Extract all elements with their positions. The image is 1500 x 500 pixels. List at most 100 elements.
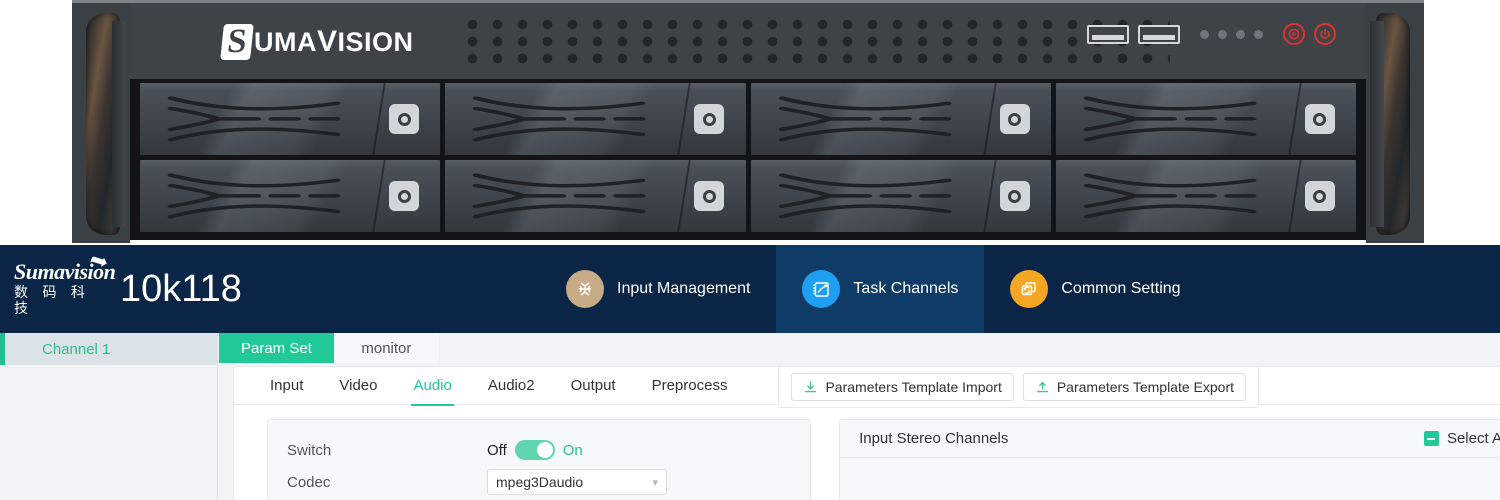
bay-vent-pattern <box>472 173 646 219</box>
nav-item-input-management[interactable]: Input Management <box>540 245 776 333</box>
network-nodes-icon <box>566 270 604 308</box>
nav-item-task-channels[interactable]: Task Channels <box>776 245 985 333</box>
drive-bay-column <box>1055 83 1356 232</box>
bay-vent-pattern <box>167 96 341 142</box>
tab-preprocess[interactable]: Preprocess <box>634 367 746 405</box>
app-header: Sumavision ➦ 数 码 科 技 10k118 Input Manage… <box>0 245 1500 333</box>
reset-button-icon[interactable] <box>1283 23 1305 45</box>
bay-latch-button[interactable] <box>1304 104 1335 134</box>
sumavision-logo: Sumavision ➦ 数 码 科 技 <box>14 246 116 317</box>
drive-bay[interactable] <box>750 83 1051 155</box>
tab-video[interactable]: Video <box>321 367 395 405</box>
bay-latch-button[interactable] <box>999 181 1030 211</box>
drive-bay[interactable] <box>140 160 441 232</box>
subtab-bar: Param Set monitor <box>219 333 1500 363</box>
drive-bay[interactable] <box>445 83 746 155</box>
bay-latch-button[interactable] <box>389 181 420 211</box>
upload-icon <box>1035 380 1050 395</box>
indeterminate-checkbox-icon[interactable] <box>1423 431 1439 446</box>
rack-ear-left <box>72 3 130 243</box>
tab-label: Audio2 <box>487 376 535 394</box>
chassis-brand-logo: S UMAVISION <box>222 24 414 60</box>
param-panel: Input Video Audio Audio2 Output Preproce… <box>233 366 1500 500</box>
subtab-monitor[interactable]: monitor <box>333 333 439 363</box>
rack-ear-right-inner <box>1370 21 1384 227</box>
status-led-indicator <box>1254 29 1263 39</box>
device-name: 10k118 <box>120 268 242 310</box>
rack-ear-left-inner <box>112 21 126 227</box>
nav-label: Task Channels <box>853 280 959 297</box>
select-all-control[interactable]: Select A <box>1423 430 1500 447</box>
ventilation-holes <box>460 16 1170 66</box>
chassis-faceplate: S UMAVISION <box>130 3 1366 240</box>
switch-toggle[interactable] <box>514 440 555 460</box>
status-led-indicator <box>1236 29 1245 39</box>
device-front-photo: S UMAVISION <box>0 0 1500 245</box>
drive-bay[interactable] <box>750 160 1051 232</box>
drive-bay[interactable] <box>1055 160 1356 232</box>
chassis-top-band: S UMAVISION <box>130 3 1366 79</box>
front-io-cluster <box>1087 23 1336 45</box>
brand-word-v: V <box>317 25 338 58</box>
drive-bay[interactable] <box>140 83 441 155</box>
param-tab-bar: Input Video Audio Audio2 Output Preproce… <box>234 366 1500 408</box>
nav-item-common-setting[interactable]: Common Setting <box>984 245 1206 333</box>
bay-vent-pattern <box>1083 96 1257 142</box>
tab-label: Preprocess <box>651 376 728 394</box>
windows-refresh-icon <box>1010 270 1049 308</box>
drive-bay-column <box>140 83 441 232</box>
drive-bay[interactable] <box>1055 83 1356 155</box>
drive-bay[interactable] <box>445 160 746 232</box>
brand-s-mark: S <box>220 24 254 60</box>
switch-label: Switch <box>287 441 332 459</box>
tab-label: Audio <box>413 376 452 394</box>
brand-word-ision: ISION <box>337 27 414 57</box>
codec-label: Codec <box>287 473 331 491</box>
status-led-indicator <box>1218 29 1227 39</box>
main-nav: Input Management Task Channels Common Se… <box>540 245 1207 333</box>
button-label: Parameters Template Import <box>825 379 1002 395</box>
bay-latch-button[interactable] <box>694 181 725 211</box>
tab-label: Video <box>339 376 378 394</box>
rack-ear-right <box>1366 3 1424 243</box>
bay-latch-button[interactable] <box>389 104 420 134</box>
tab-output[interactable]: Output <box>553 367 634 405</box>
tab-audio2[interactable]: Audio2 <box>470 367 553 405</box>
parameters-template-import-button[interactable]: Parameters Template Import <box>791 373 1014 401</box>
tab-audio[interactable]: Audio <box>395 367 469 406</box>
bay-latch-button[interactable] <box>1304 181 1335 211</box>
bay-vent-pattern <box>778 96 952 142</box>
bay-vent-pattern <box>472 96 646 142</box>
form-row-switch: Switch Off On <box>268 434 810 466</box>
chevron-down-icon: ▾ <box>652 476 658 489</box>
template-actions: Parameters Template Import Parameters Te… <box>778 366 1259 408</box>
tab-input[interactable]: Input <box>252 367 321 405</box>
usb-port-icon[interactable] <box>1138 24 1180 44</box>
stereo-card-title: Input Stereo Channels <box>859 430 1009 447</box>
usb-port-icon[interactable] <box>1087 24 1129 44</box>
power-button-icon[interactable] <box>1314 23 1336 45</box>
bay-latch-button[interactable] <box>694 104 725 134</box>
content-area: Param Set monitor Input Video Audio Audi… <box>219 333 1500 500</box>
sidebar-item-label: Channel 1 <box>42 340 111 358</box>
switch-on-label: On <box>562 441 583 459</box>
codec-select[interactable]: mpeg3Daudio ▾ <box>487 469 667 495</box>
brand-word-uma: UMA <box>254 27 317 57</box>
status-led-indicator <box>1200 29 1209 39</box>
audio-form-area: Switch Off On Codec mpeg3Daudio ▾ Input … <box>234 405 1500 500</box>
sidebar-item-channel-1[interactable]: Channel 1 <box>0 333 217 365</box>
app-root: S UMAVISION Sumavision ➦ 数 码 科 技 10k118 … <box>0 0 1500 500</box>
bay-vent-pattern <box>167 173 341 219</box>
stereo-card-header: Input Stereo Channels Select A <box>840 420 1500 458</box>
tab-label: Input <box>270 376 304 394</box>
switch-control: Off On <box>487 440 583 460</box>
download-icon <box>803 380 818 395</box>
select-all-label: Select A <box>1446 430 1500 447</box>
rackmount-chassis: S UMAVISION <box>72 0 1424 243</box>
drive-bay-column <box>750 83 1051 232</box>
app-body: Channel 1 Param Set monitor Input Video … <box>0 333 1500 500</box>
button-label: Parameters Template Export <box>1056 379 1234 395</box>
parameters-template-export-button[interactable]: Parameters Template Export <box>1022 373 1246 401</box>
bay-latch-button[interactable] <box>999 104 1030 134</box>
subtab-param-set[interactable]: Param Set <box>219 333 334 363</box>
